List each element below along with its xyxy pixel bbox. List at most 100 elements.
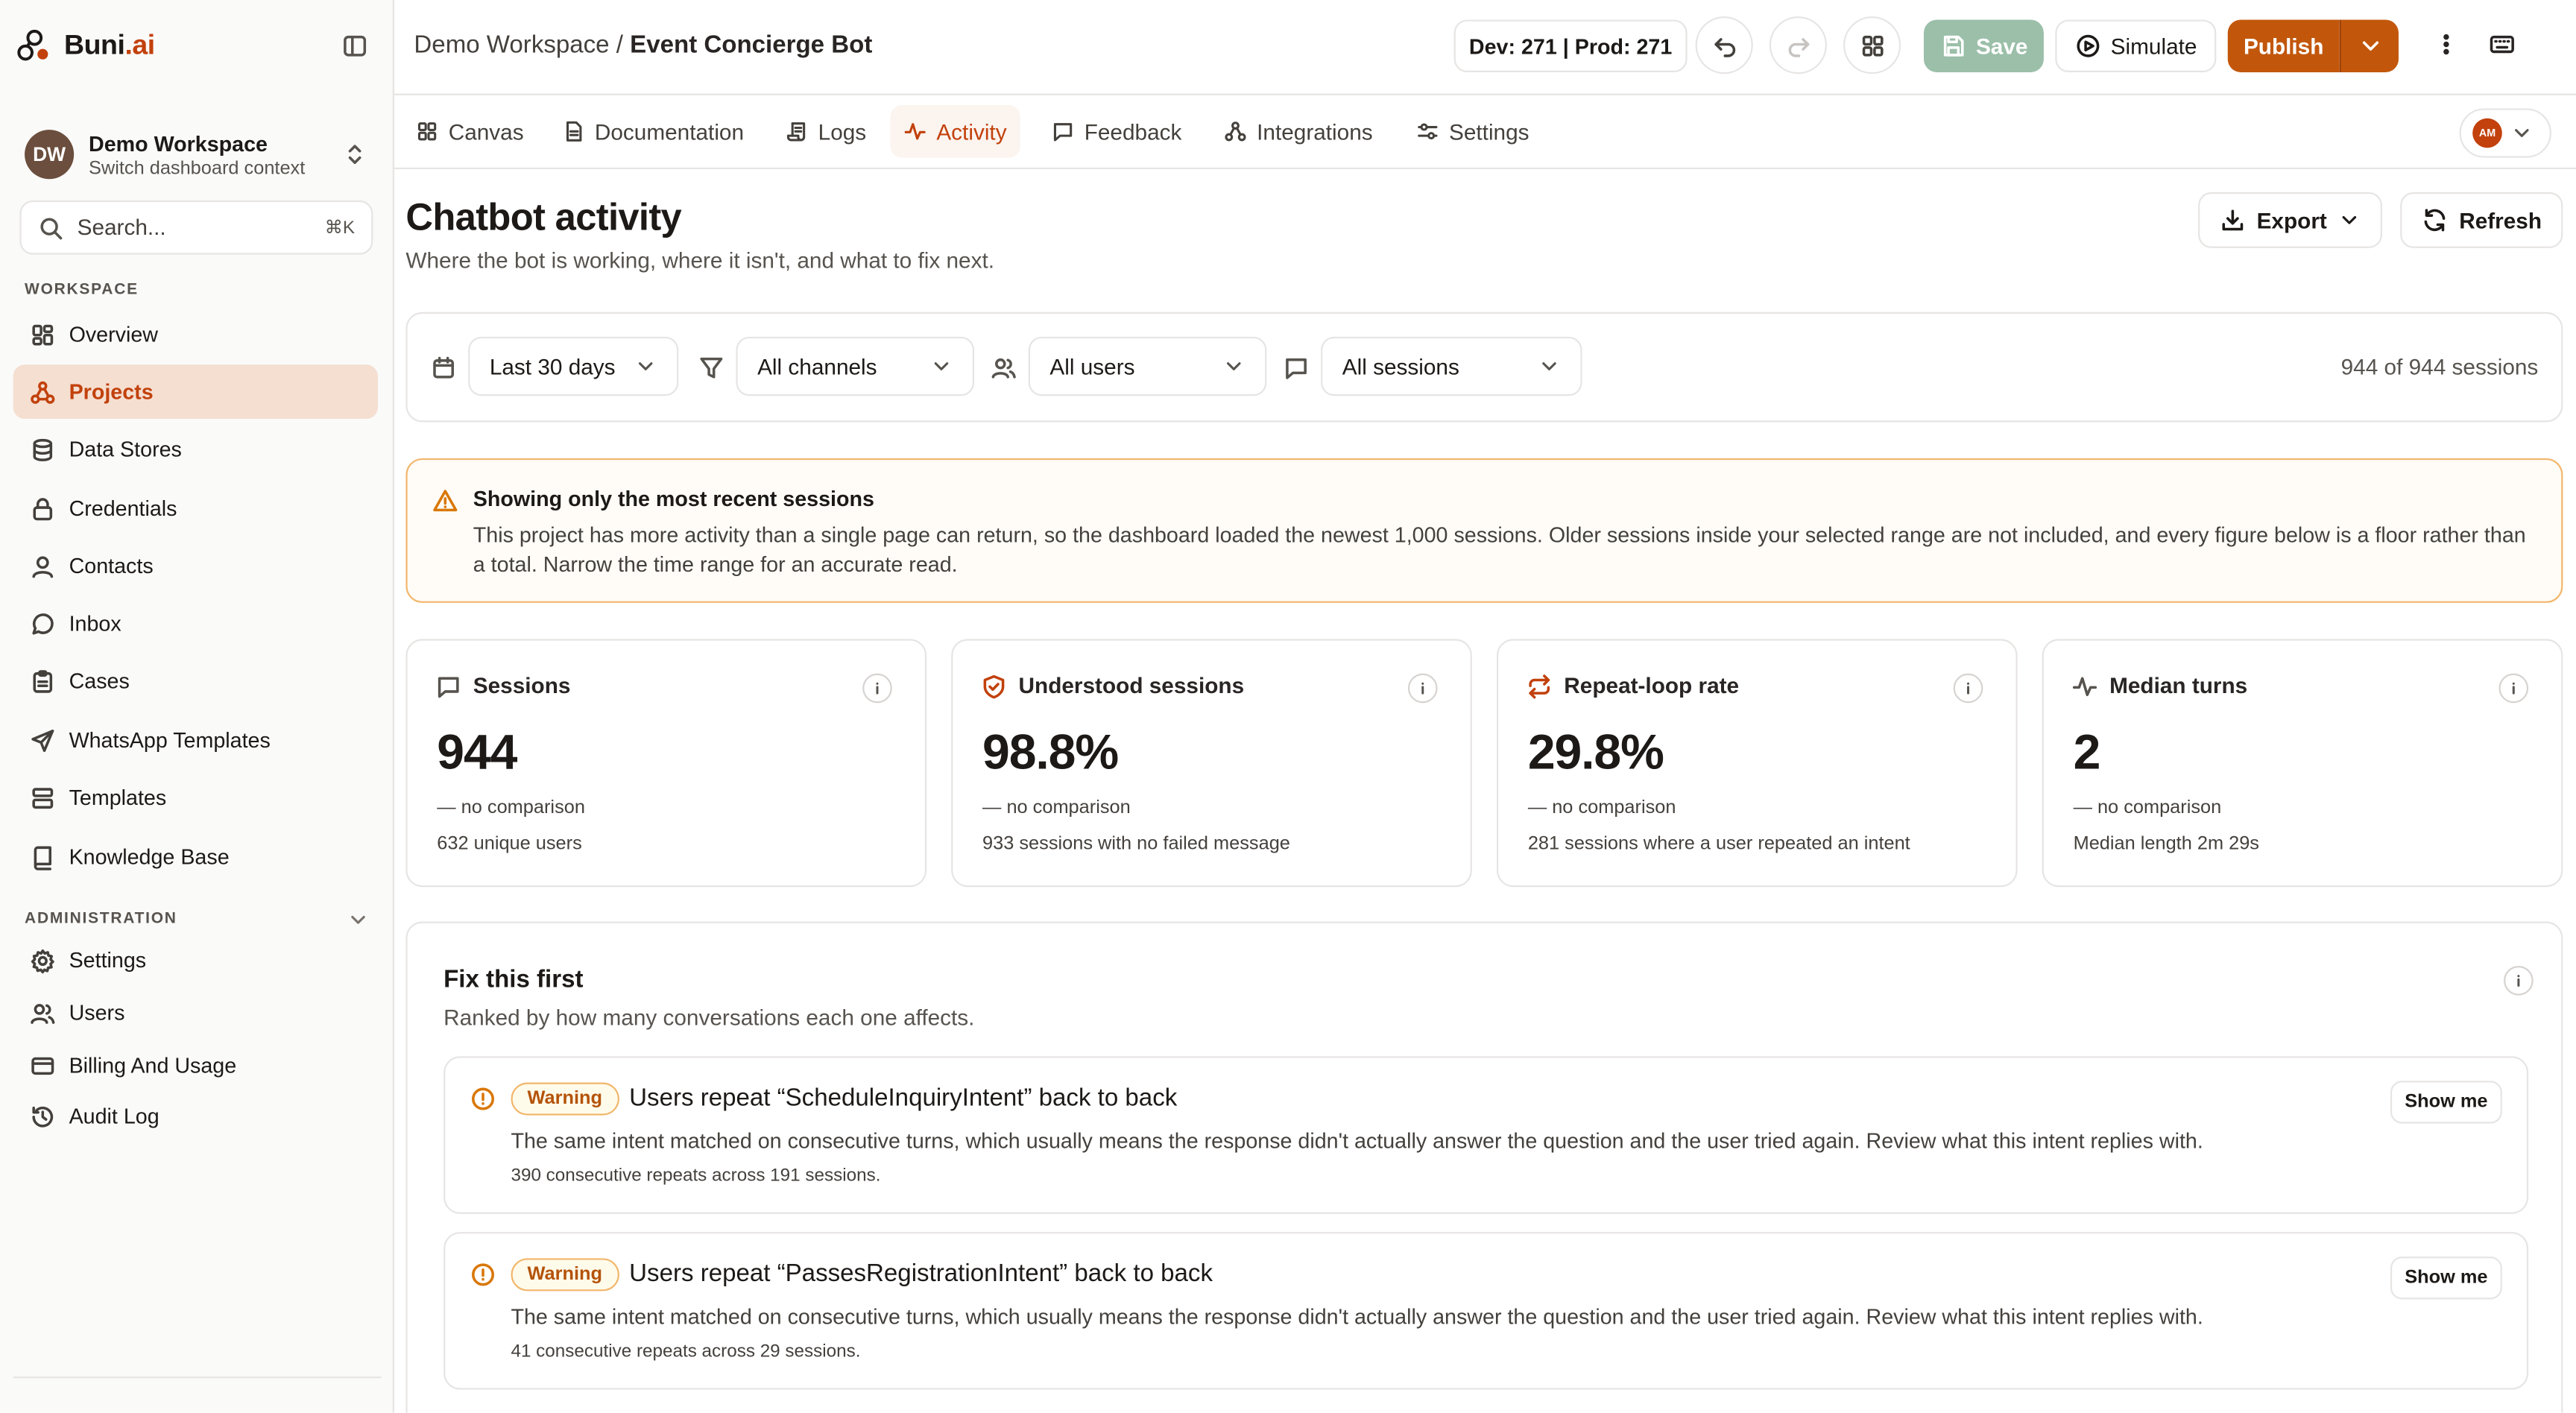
- play-circle-icon: [2074, 33, 2100, 59]
- sidebar-item-whatsapp-templates[interactable]: WhatsApp Templates: [13, 713, 378, 768]
- fix-subtitle: Ranked by how many conversations each on…: [443, 1005, 975, 1030]
- message-circle-icon: [30, 610, 56, 636]
- fix-title: Fix this first: [443, 966, 584, 994]
- session-count: 944 of 944 sessions: [2340, 355, 2539, 380]
- refresh-button[interactable]: Refresh: [2400, 192, 2563, 248]
- publish-button[interactable]: Publish: [2227, 19, 2340, 72]
- plug-icon: [1224, 120, 1247, 143]
- sidebar-toggle-icon[interactable]: [341, 33, 367, 59]
- sidebar-item-overview[interactable]: Overview: [13, 307, 378, 361]
- publish-options-button[interactable]: [2339, 19, 2399, 72]
- history-icon: [30, 1103, 56, 1129]
- sidebar-item-users[interactable]: Users: [13, 985, 378, 1040]
- undo-button[interactable]: [1695, 16, 1753, 75]
- file-text-icon: [562, 120, 585, 143]
- save-icon: [1939, 33, 1966, 59]
- breadcrumb-separator: /: [609, 31, 631, 60]
- users-icon: [30, 999, 56, 1025]
- redo-icon: [1785, 32, 1811, 58]
- workspace-section-label: WORKSPACE: [25, 280, 139, 300]
- info-icon[interactable]: [1953, 673, 1983, 704]
- kpi-value: 98.8%: [982, 726, 1119, 780]
- page-title: Chatbot activity: [405, 195, 682, 238]
- workspace-name: Demo Workspace: [89, 130, 268, 156]
- more-vertical-icon[interactable]: [2433, 31, 2459, 57]
- simulate-button[interactable]: Simulate: [2055, 19, 2217, 72]
- brand[interactable]: Buni.ai: [15, 26, 155, 66]
- layout-button[interactable]: [1843, 16, 1901, 75]
- sidebar-item-billing-and-usage[interactable]: Billing And Usage: [13, 1038, 378, 1093]
- sidebar-item-contacts[interactable]: Contacts: [13, 539, 378, 593]
- grid-icon: [416, 120, 439, 143]
- info-icon[interactable]: [2498, 673, 2529, 704]
- chevron-down-icon: [2357, 33, 2383, 59]
- top-bar: Demo Workspace / Event Concierge Bot Dev…: [394, 0, 2576, 95]
- kpi-comparison: — no comparison: [982, 798, 1131, 818]
- lock-icon: [30, 496, 56, 522]
- environment-version-badge[interactable]: Dev: 271 | Prod: 271: [1453, 19, 1688, 72]
- tab-settings[interactable]: Settings: [1403, 105, 1542, 158]
- search-input[interactable]: Search... ⌘K: [19, 200, 373, 255]
- sidebar-item-cases[interactable]: Cases: [13, 654, 378, 708]
- shield-check-icon: [981, 674, 1007, 700]
- sidebar-item-templates[interactable]: Templates: [13, 771, 378, 825]
- kpi-title: Sessions: [473, 673, 571, 698]
- kpi-title: Median turns: [2109, 673, 2248, 698]
- warning-body: This project has more activity than a si…: [473, 522, 2526, 577]
- tab-integrations[interactable]: Integrations: [1210, 105, 1386, 158]
- tab-logs[interactable]: Logs: [772, 105, 880, 158]
- users-select[interactable]: All users: [1028, 336, 1267, 396]
- kpi-comparison: — no comparison: [2073, 798, 2222, 818]
- sidebar-item-settings[interactable]: Settings: [13, 933, 378, 987]
- tab-canvas[interactable]: Canvas: [402, 105, 537, 158]
- chevron-down-icon: [2338, 209, 2361, 232]
- administration-section-label: ADMINISTRATION: [25, 910, 177, 929]
- info-icon[interactable]: [862, 673, 892, 704]
- sidebar-item-projects[interactable]: Projects: [13, 364, 378, 420]
- search-shortcut: ⌘K: [324, 218, 356, 238]
- user-menu[interactable]: AM: [2459, 108, 2551, 158]
- sidebar-item-knowledge-base[interactable]: Knowledge Base: [13, 829, 378, 884]
- sidebar-item-credentials[interactable]: Credentials: [13, 481, 378, 536]
- sidebar-item-audit-log[interactable]: Audit Log: [13, 1089, 378, 1143]
- sidebar-item-inbox[interactable]: Inbox: [13, 596, 378, 651]
- sidebar-item-data-stores[interactable]: Data Stores: [13, 422, 378, 476]
- issue-title: Users repeat “ScheduleInquiryIntent” bac…: [629, 1084, 1178, 1113]
- tab-activity[interactable]: Activity: [890, 105, 1020, 158]
- filter-icon: [698, 355, 724, 381]
- repeat-icon: [1527, 674, 1553, 700]
- kpi-card-understood-sessions: Understood sessions 98.8% — no compariso…: [951, 639, 1472, 888]
- message-square-icon: [1052, 120, 1075, 143]
- tab-feedback[interactable]: Feedback: [1038, 105, 1195, 158]
- warning-triangle-icon: [432, 488, 458, 514]
- layout-grid-icon: [1859, 32, 1885, 58]
- export-button[interactable]: Export: [2198, 192, 2382, 248]
- chevron-down-icon[interactable]: [347, 908, 370, 932]
- kpi-detail: Median length 2m 29s: [2073, 834, 2259, 855]
- breadcrumb-project: Event Concierge Bot: [630, 31, 873, 60]
- keyboard-icon[interactable]: [2489, 31, 2515, 57]
- workspace-switcher[interactable]: DW Demo Workspace Switch dashboard conte…: [19, 125, 374, 184]
- avatar: AM: [2472, 118, 2502, 148]
- info-icon[interactable]: [2504, 966, 2534, 996]
- save-button[interactable]: Save: [1924, 19, 2044, 72]
- recent-sessions-warning: Showing only the most recent sessions Th…: [405, 458, 2563, 603]
- channels-select[interactable]: All channels: [736, 336, 975, 396]
- issue-title: Users repeat “PassesRegistrationIntent” …: [629, 1259, 1213, 1289]
- redo-button[interactable]: [1769, 16, 1827, 75]
- breadcrumb-workspace[interactable]: Demo Workspace: [414, 31, 609, 59]
- workflow-icon: [30, 379, 56, 405]
- workspace-subtitle: Switch dashboard context: [89, 158, 306, 179]
- show-me-button[interactable]: Show me: [2390, 1256, 2502, 1300]
- date-range-select[interactable]: Last 30 days: [468, 336, 679, 396]
- tab-documentation[interactable]: Documentation: [549, 105, 757, 158]
- refresh-icon: [2422, 207, 2448, 233]
- info-icon[interactable]: [1407, 673, 1438, 704]
- issue-meta: 390 consecutive repeats across 191 sessi…: [511, 1166, 881, 1186]
- chevrons-up-down-icon: [341, 142, 367, 168]
- undo-icon: [1711, 32, 1737, 58]
- issue-description: The same intent matched on consecutive t…: [511, 1304, 2203, 1330]
- sessions-select[interactable]: All sessions: [1321, 336, 1582, 396]
- list-item: Warning Users repeat “PassesRegistration…: [443, 1232, 2529, 1390]
- show-me-button[interactable]: Show me: [2390, 1081, 2502, 1124]
